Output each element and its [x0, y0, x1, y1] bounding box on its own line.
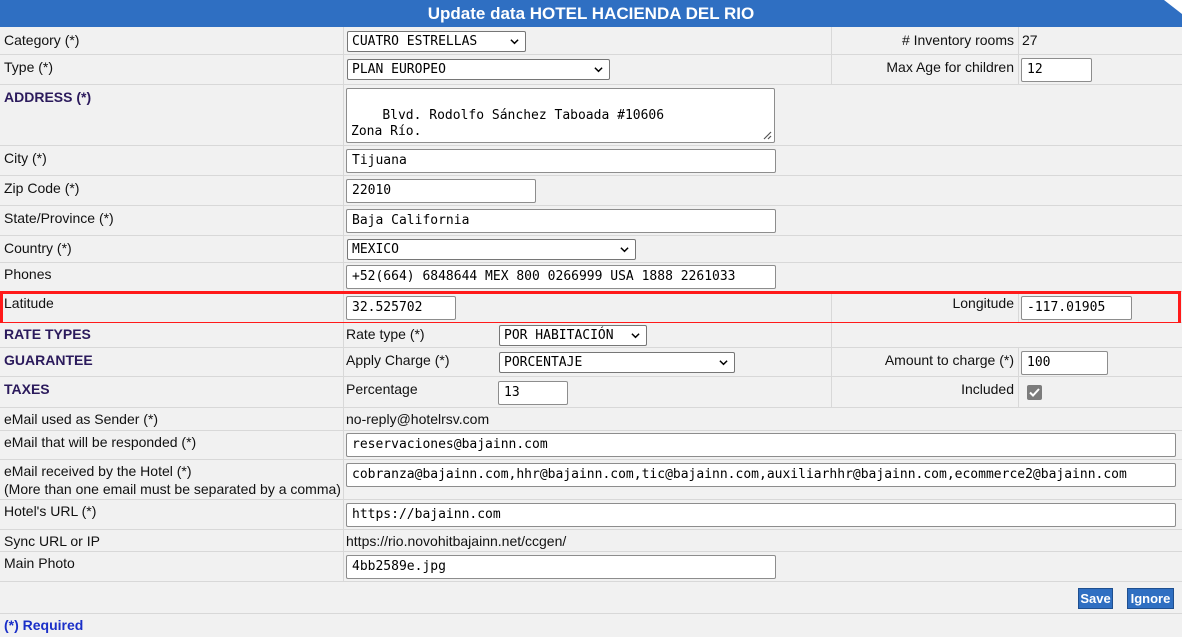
category-value: CUATRO ESTRELLAS — [352, 34, 478, 49]
email-sender-value: no-reply@hotelrsv.com — [346, 411, 490, 427]
form-title: Update data HOTEL HACIENDA DEL RIO — [0, 0, 1182, 27]
longitude-label: Longitude — [952, 295, 1014, 311]
chevron-down-icon — [719, 360, 728, 366]
row-address: ADDRESS (*) Blvd. Rodolfo Sánchez Taboad… — [0, 85, 1182, 146]
row-hotel-url: Hotel's URL (*) https://bajainn.com — [0, 500, 1182, 530]
phones-input[interactable]: +52(664) 6848644 MEX 800 0266999 USA 188… — [346, 265, 776, 289]
resize-grip-icon[interactable] — [762, 130, 772, 140]
row-country: Country (*) MEXICO — [0, 236, 1182, 263]
required-note: (*) Required — [4, 617, 84, 633]
chevron-down-icon — [631, 333, 640, 339]
percentage-label: Percentage — [346, 381, 418, 397]
email-responded-label: eMail that will be responded (*) — [4, 434, 197, 450]
rate-type-label: Rate type (*) — [346, 326, 425, 342]
included-checkbox[interactable] — [1027, 385, 1042, 400]
email-sender-label: eMail used as Sender (*) — [4, 411, 159, 427]
rate-type-value: POR HABITACIÓN — [504, 328, 614, 343]
hotel-url-input[interactable]: https://bajainn.com — [346, 503, 1176, 527]
latitude-label: Latitude — [4, 295, 54, 311]
city-input[interactable]: Tijuana — [346, 149, 776, 173]
apply-charge-value: PORCENTAJE — [504, 355, 583, 370]
row-sync-url: Sync URL or IP https://rio.novohitbajain… — [0, 530, 1182, 552]
state-input[interactable]: Baja California — [346, 209, 776, 233]
chevron-down-icon — [594, 67, 603, 73]
latitude-input[interactable]: 32.525702 — [346, 296, 456, 320]
max-age-input[interactable]: 12 — [1021, 58, 1092, 82]
max-age-label: Max Age for children — [886, 59, 1014, 75]
chevron-down-icon — [510, 39, 519, 45]
checkbox-checked-icon — [1029, 388, 1040, 397]
category-label: Category (*) — [4, 32, 80, 48]
email-received-input[interactable]: cobranza@bajainn.com,hhr@bajainn.com,tic… — [346, 463, 1176, 487]
zip-input[interactable]: 22010 — [346, 179, 536, 203]
row-taxes: TAXES Percentage 13 Included — [0, 377, 1182, 408]
row-type: Type (*) PLAN EUROPEO Max Age for childr… — [0, 55, 1182, 85]
row-actions: Save Ignore — [0, 582, 1182, 614]
main-photo-label: Main Photo — [4, 555, 75, 571]
country-select[interactable]: MEXICO — [347, 239, 636, 260]
sync-url-value: https://rio.novohitbajainn.net/ccgen/ — [346, 533, 567, 549]
row-rate-types: RATE TYPES Rate type (*) POR HABITACIÓN — [0, 323, 1182, 348]
row-email-responded: eMail that will be responded (*) reserva… — [0, 431, 1182, 460]
taxes-label: TAXES — [4, 381, 50, 397]
address-value: Blvd. Rodolfo Sánchez Taboada #10606 Zon… — [351, 108, 665, 139]
included-label: Included — [961, 381, 1014, 397]
guarantee-label: GUARANTEE — [4, 352, 93, 368]
address-label: ADDRESS (*) — [4, 89, 92, 105]
longitude-input[interactable]: -117.01905 — [1021, 296, 1132, 320]
title-corner-fold — [1164, 0, 1182, 14]
row-email-received: eMail received by the Hotel (*) (More th… — [0, 460, 1182, 500]
row-category: Category (*) CUATRO ESTRELLAS # Inventor… — [0, 27, 1182, 55]
phones-label: Phones — [4, 266, 52, 282]
country-label: Country (*) — [4, 240, 72, 256]
hotel-url-label: Hotel's URL (*) — [4, 503, 97, 519]
city-label: City (*) — [4, 150, 47, 166]
row-coordinates: Latitude 32.525702 Longitude -117.01905 — [0, 292, 1182, 323]
row-zip: Zip Code (*) 22010 — [0, 176, 1182, 206]
row-phones: Phones +52(664) 6848644 MEX 800 0266999 … — [0, 263, 1182, 292]
save-button[interactable]: Save — [1078, 588, 1113, 609]
type-label: Type (*) — [4, 59, 54, 75]
email-received-note: (More than one email must be separated b… — [4, 481, 341, 497]
row-email-sender: eMail used as Sender (*) no-reply@hotelr… — [0, 408, 1182, 431]
ignore-button[interactable]: Ignore — [1127, 588, 1174, 609]
email-responded-input[interactable]: reservaciones@bajainn.com — [346, 433, 1176, 457]
row-city: City (*) Tijuana — [0, 146, 1182, 176]
apply-charge-select[interactable]: PORCENTAJE — [499, 352, 735, 373]
rate-types-label: RATE TYPES — [4, 326, 91, 342]
category-select[interactable]: CUATRO ESTRELLAS — [347, 31, 526, 52]
row-guarantee: GUARANTEE Apply Charge (*) PORCENTAJE Am… — [0, 348, 1182, 377]
row-state: State/Province (*) Baja California — [0, 206, 1182, 236]
address-textarea[interactable]: Blvd. Rodolfo Sánchez Taboada #10606 Zon… — [346, 88, 775, 143]
sync-url-label: Sync URL or IP — [4, 533, 100, 549]
state-label: State/Province (*) — [4, 210, 114, 226]
type-select[interactable]: PLAN EUROPEO — [347, 59, 610, 80]
email-received-label: eMail received by the Hotel (*) — [4, 463, 192, 479]
inventory-label: # Inventory rooms — [901, 32, 1014, 48]
rate-type-select[interactable]: POR HABITACIÓN — [499, 325, 647, 346]
amount-input[interactable]: 100 — [1021, 351, 1108, 375]
type-value: PLAN EUROPEO — [352, 62, 446, 77]
amount-label: Amount to charge (*) — [884, 352, 1014, 368]
zip-label: Zip Code (*) — [4, 180, 80, 196]
chevron-down-icon — [620, 247, 629, 253]
country-value: MEXICO — [352, 242, 399, 257]
inventory-value: 27 — [1022, 32, 1038, 48]
percentage-input[interactable]: 13 — [498, 381, 568, 405]
row-footer — [0, 614, 1182, 637]
apply-charge-label: Apply Charge (*) — [346, 352, 450, 368]
main-photo-input[interactable]: 4bb2589e.jpg — [346, 555, 776, 579]
row-main-photo: Main Photo 4bb2589e.jpg — [0, 552, 1182, 582]
